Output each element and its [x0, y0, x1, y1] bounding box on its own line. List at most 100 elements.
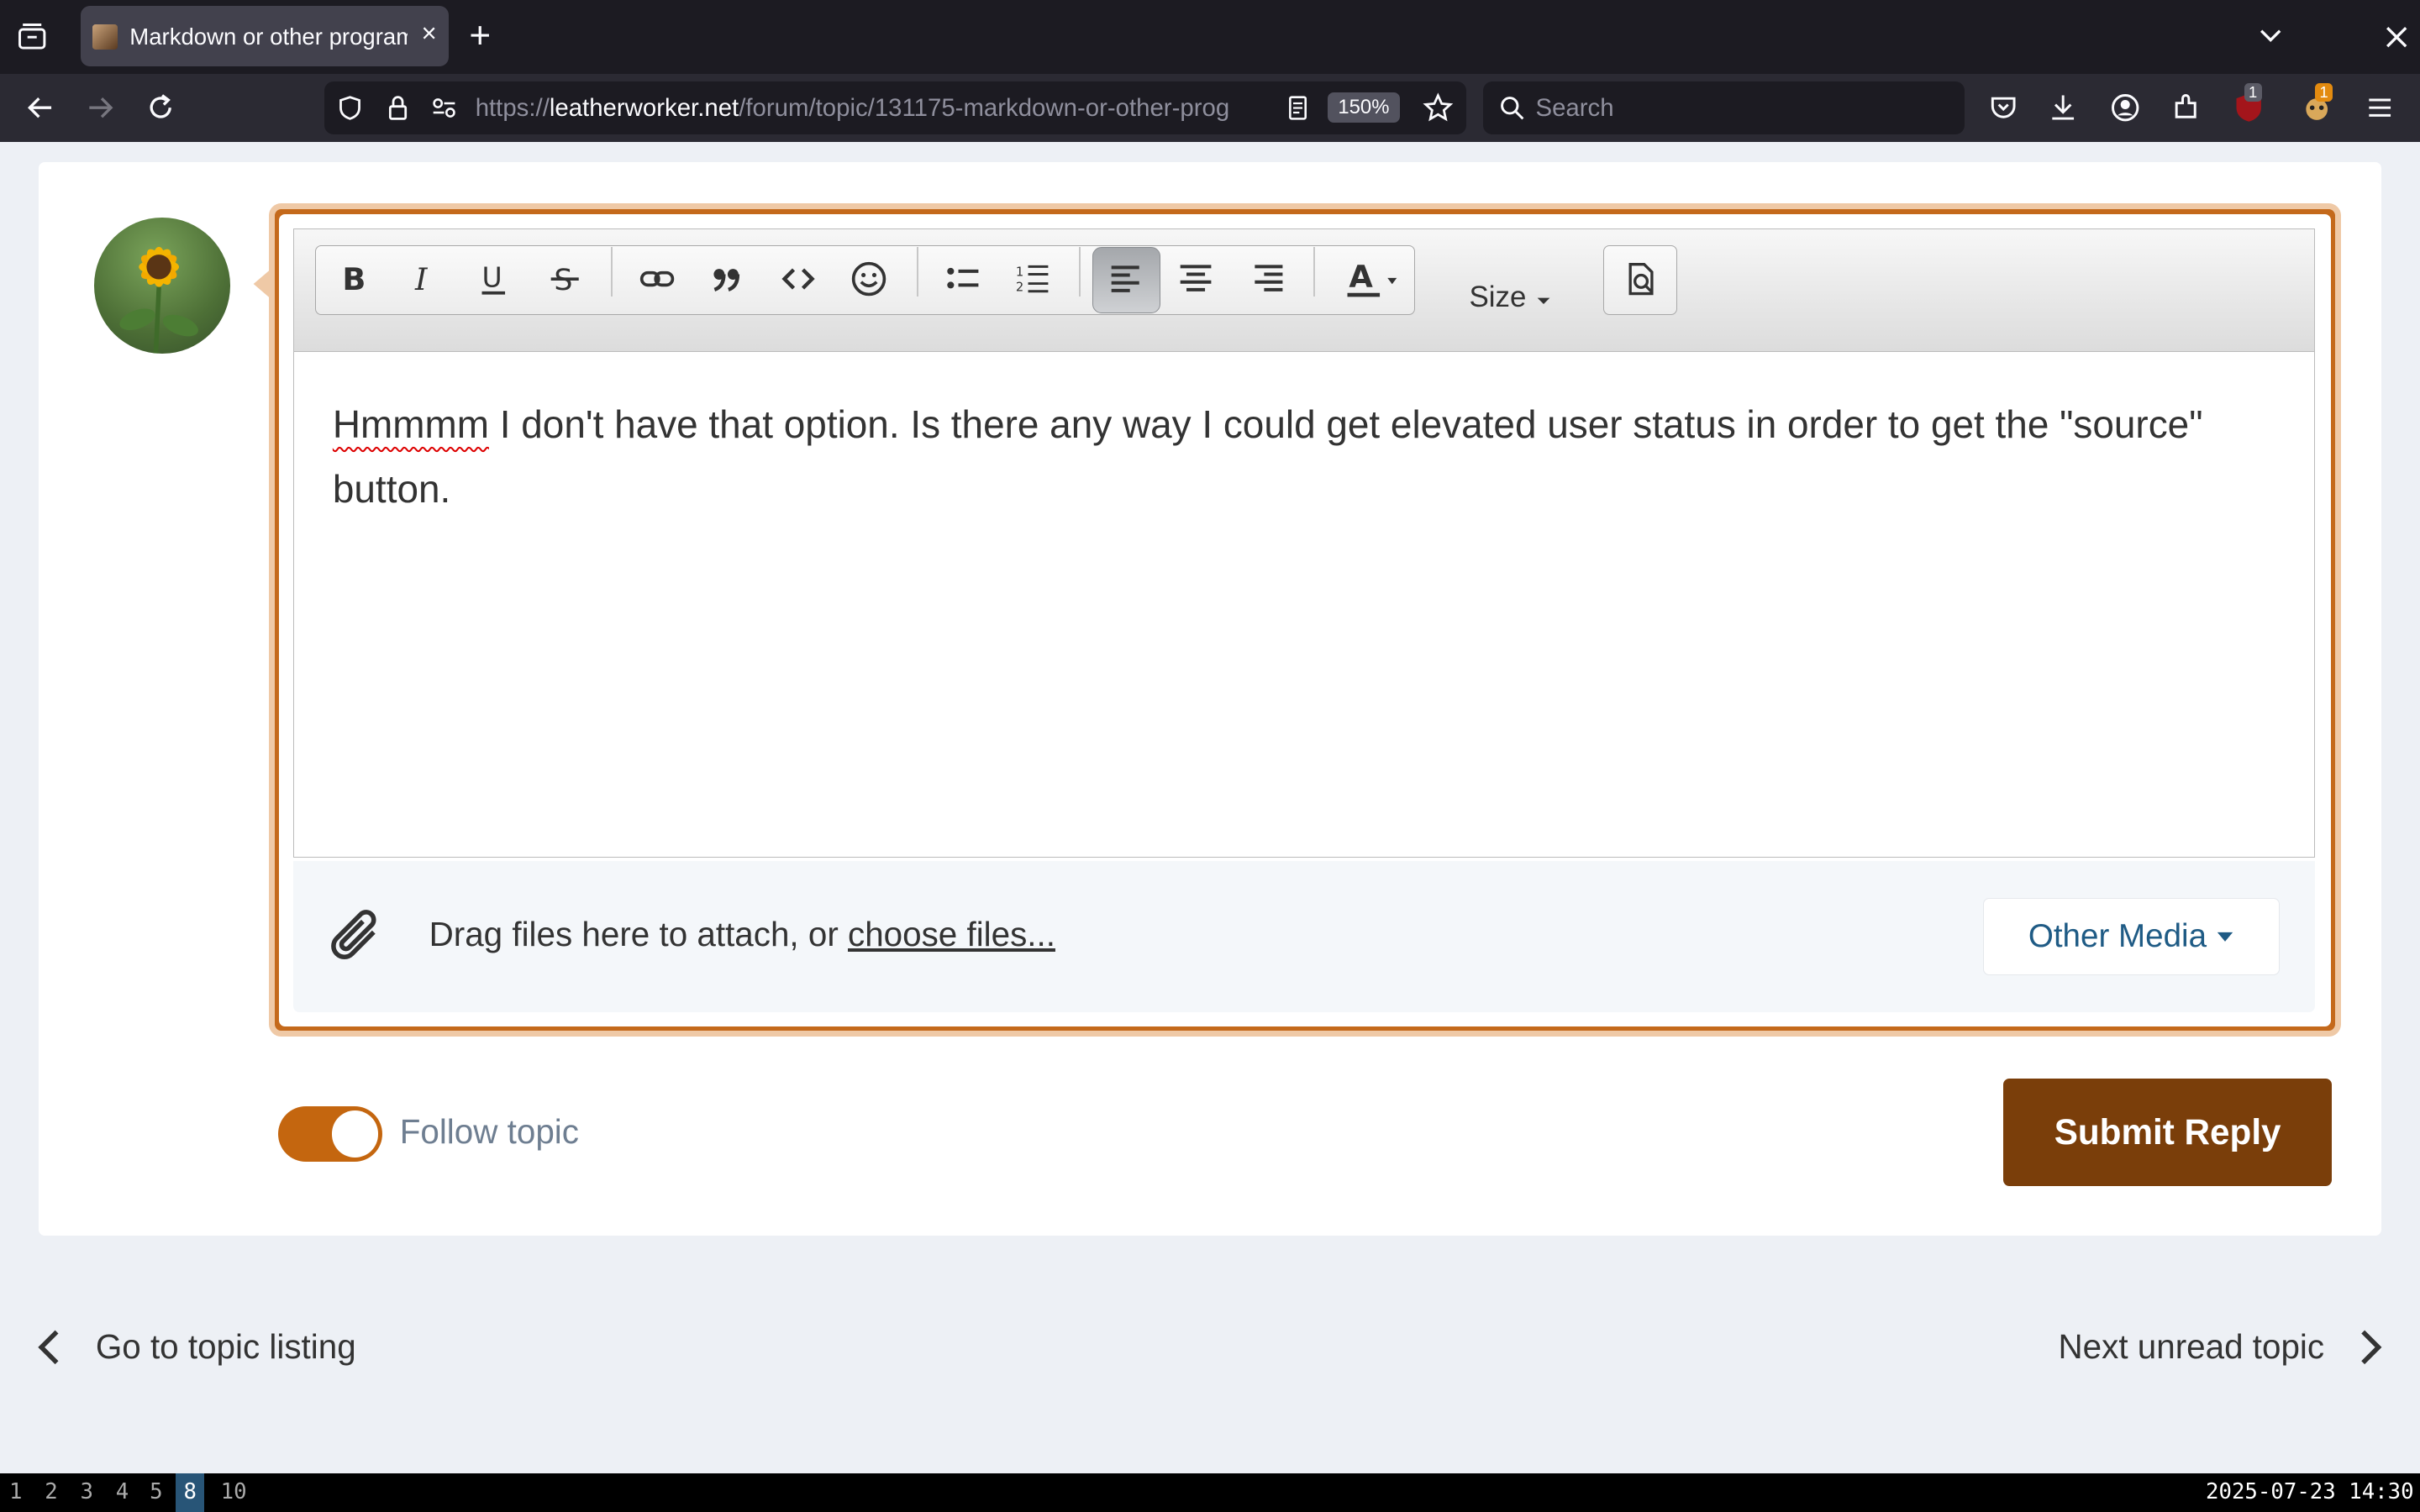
other-media-dropdown[interactable]: Other Media — [1983, 897, 2280, 975]
code-icon — [781, 268, 815, 291]
window-manager-statusbar: 1 2 3 4 5 8 10 2025-07-23 14:30 — [0, 1473, 2420, 1512]
hamburger-menu-icon[interactable] — [2363, 91, 2396, 124]
svg-text:B: B — [343, 262, 366, 296]
caret-down-icon — [1537, 297, 1550, 304]
extensions-icon[interactable] — [2169, 91, 2202, 124]
new-tab-button[interactable]: + — [469, 15, 491, 57]
preview-button[interactable] — [1603, 245, 1678, 315]
smiley-icon — [851, 262, 886, 297]
workspace-4[interactable]: 4 — [116, 1479, 129, 1504]
site-favicon-icon — [92, 24, 118, 50]
workspace-10[interactable]: 10 — [221, 1479, 247, 1504]
editor-text-area[interactable]: Hmmmm I don't have that option. Is there… — [292, 351, 2316, 858]
numbered-list-icon: 12 — [1016, 265, 1049, 295]
code-button[interactable] — [771, 251, 826, 307]
url-path: /forum/topic/131175-markdown-or-other-pr… — [739, 94, 1230, 123]
forward-arrow-icon[interactable] — [83, 91, 117, 124]
ublock-badge: 1 — [2244, 83, 2262, 102]
chevron-down-icon[interactable] — [2254, 18, 2287, 52]
search-bar[interactable]: Search — [1483, 81, 1965, 134]
italic-button[interactable]: I — [395, 251, 450, 307]
workspace-1[interactable]: 1 — [9, 1479, 22, 1504]
reader-view-icon[interactable] — [1284, 94, 1312, 122]
numbered-list-button[interactable]: 12 — [1005, 251, 1060, 307]
toolbar-separator — [611, 246, 613, 297]
workspace-3[interactable]: 3 — [81, 1479, 93, 1504]
site-permissions-icon[interactable] — [430, 94, 458, 122]
align-left-icon — [1111, 265, 1139, 293]
tab-title: Markdown or other programs... — [129, 23, 408, 50]
misspelled-word: Hmmmm — [332, 402, 489, 446]
close-window-icon[interactable] — [2380, 20, 2413, 54]
chevron-left-icon — [38, 1330, 59, 1364]
toolbar-separator — [1078, 246, 1081, 297]
align-center-icon — [1181, 265, 1212, 292]
downloads-icon[interactable] — [2046, 91, 2080, 124]
lock-icon[interactable] — [384, 94, 412, 122]
follow-topic-label[interactable]: Follow topic — [400, 1112, 579, 1152]
strikethrough-button[interactable]: S — [537, 251, 592, 307]
account-icon[interactable] — [2108, 91, 2142, 124]
text-color-icon: A — [1347, 259, 1397, 297]
zoom-level-button[interactable]: 150% — [1327, 92, 1401, 123]
editor-content[interactable]: Hmmmm I don't have that option. Is there… — [333, 392, 2277, 522]
svg-text:2: 2 — [1016, 281, 1023, 295]
reload-icon[interactable] — [144, 91, 177, 124]
caret-down-icon — [2217, 932, 2233, 942]
other-media-label: Other Media — [2028, 917, 2207, 954]
search-icon — [1501, 97, 1524, 120]
bookmark-star-icon[interactable] — [1423, 92, 1454, 123]
quote-button[interactable] — [699, 251, 755, 307]
align-right-button[interactable] — [1239, 251, 1295, 307]
align-left-button[interactable] — [1092, 246, 1161, 313]
bulleted-list-button[interactable] — [935, 251, 991, 307]
submit-reply-button[interactable]: Submit Reply — [2003, 1078, 2333, 1187]
link-icon — [640, 271, 675, 287]
link-button[interactable] — [629, 251, 685, 307]
workspace-2[interactable]: 2 — [45, 1479, 57, 1504]
text-color-button[interactable]: A — [1334, 251, 1407, 307]
ublock-extension[interactable]: 1 — [2232, 83, 2265, 124]
back-arrow-icon[interactable] — [24, 91, 57, 124]
extension-badge: 1 — [2315, 83, 2333, 102]
workspace-5[interactable]: 5 — [150, 1479, 162, 1504]
font-size-label: Size — [1469, 281, 1527, 314]
search-placeholder: Search — [1535, 94, 1614, 123]
clock: 2025-07-23 14:30 — [2206, 1479, 2414, 1505]
svg-text:A: A — [1349, 259, 1373, 295]
font-size-dropdown[interactable]: Size — [1470, 281, 1554, 314]
speech-pointer — [253, 265, 275, 302]
url-scheme: https:// — [475, 94, 550, 123]
pocket-icon[interactable] — [1986, 91, 2020, 124]
url-text[interactable]: https://leatherworker.net/forum/topic/13… — [476, 94, 1265, 123]
align-center-button[interactable] — [1168, 251, 1223, 307]
italic-icon: I — [414, 262, 429, 296]
toolbar-separator — [916, 246, 918, 297]
tracking-shield-icon[interactable] — [336, 94, 364, 122]
close-tab-icon[interactable]: × — [422, 18, 437, 49]
bulleted-list-icon — [947, 268, 979, 289]
paperclip-icon — [330, 909, 376, 959]
sunflower-avatar-icon — [119, 246, 198, 354]
second-extension[interactable]: 1 — [2300, 83, 2333, 124]
svg-text:I: I — [414, 262, 429, 296]
next-link-label: Next unread topic — [2058, 1326, 2325, 1366]
workspace-8-active[interactable]: 8 — [176, 1473, 205, 1512]
next-unread-topic-link[interactable]: Next unread topic — [2059, 1327, 2386, 1368]
choose-files-link[interactable]: choose files... — [848, 915, 1055, 953]
align-right-icon — [1255, 265, 1283, 292]
svg-text:1: 1 — [1016, 265, 1023, 280]
url-host: leatherworker.net — [549, 94, 739, 123]
active-tab[interactable]: Markdown or other programs... × — [80, 6, 450, 66]
tab-list-icon[interactable] — [15, 20, 49, 54]
follow-topic-toggle[interactable] — [277, 1105, 383, 1163]
quote-icon — [713, 269, 740, 292]
emoji-button[interactable] — [841, 251, 897, 307]
url-bar[interactable]: https://leatherworker.net/forum/topic/13… — [324, 81, 1466, 134]
go-to-topic-listing-link[interactable]: Go to topic listing — [34, 1327, 356, 1368]
svg-text:U: U — [481, 262, 502, 293]
navigation-bar: https://leatherworker.net/forum/topic/13… — [0, 74, 2420, 142]
bold-button[interactable]: B — [326, 251, 381, 307]
underline-button[interactable]: U — [466, 251, 522, 307]
chevron-right-icon — [2361, 1330, 2382, 1364]
